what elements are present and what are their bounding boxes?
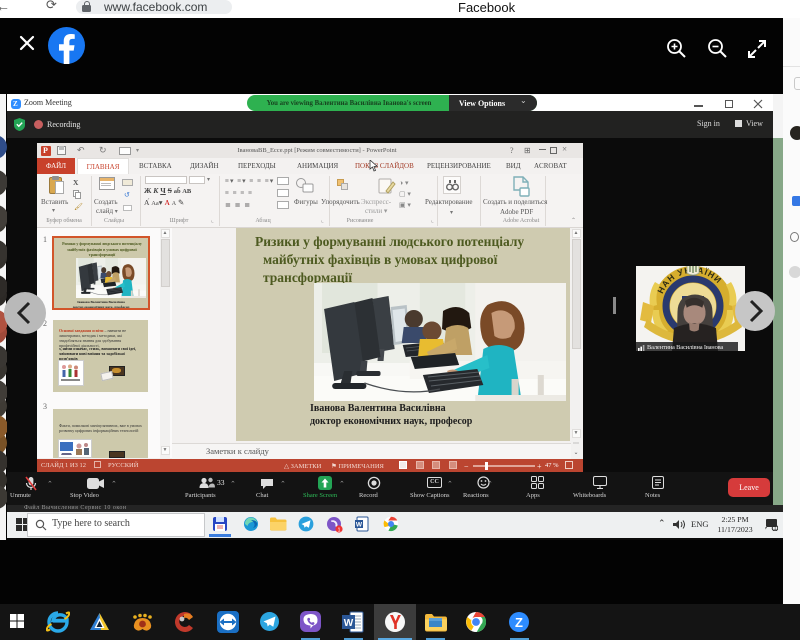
svg-text:1: 1 (337, 527, 340, 533)
svg-text:Z: Z (515, 615, 523, 630)
svg-text:W: W (356, 522, 363, 529)
svg-text:W: W (344, 618, 354, 629)
svg-text:1: 1 (773, 526, 776, 531)
